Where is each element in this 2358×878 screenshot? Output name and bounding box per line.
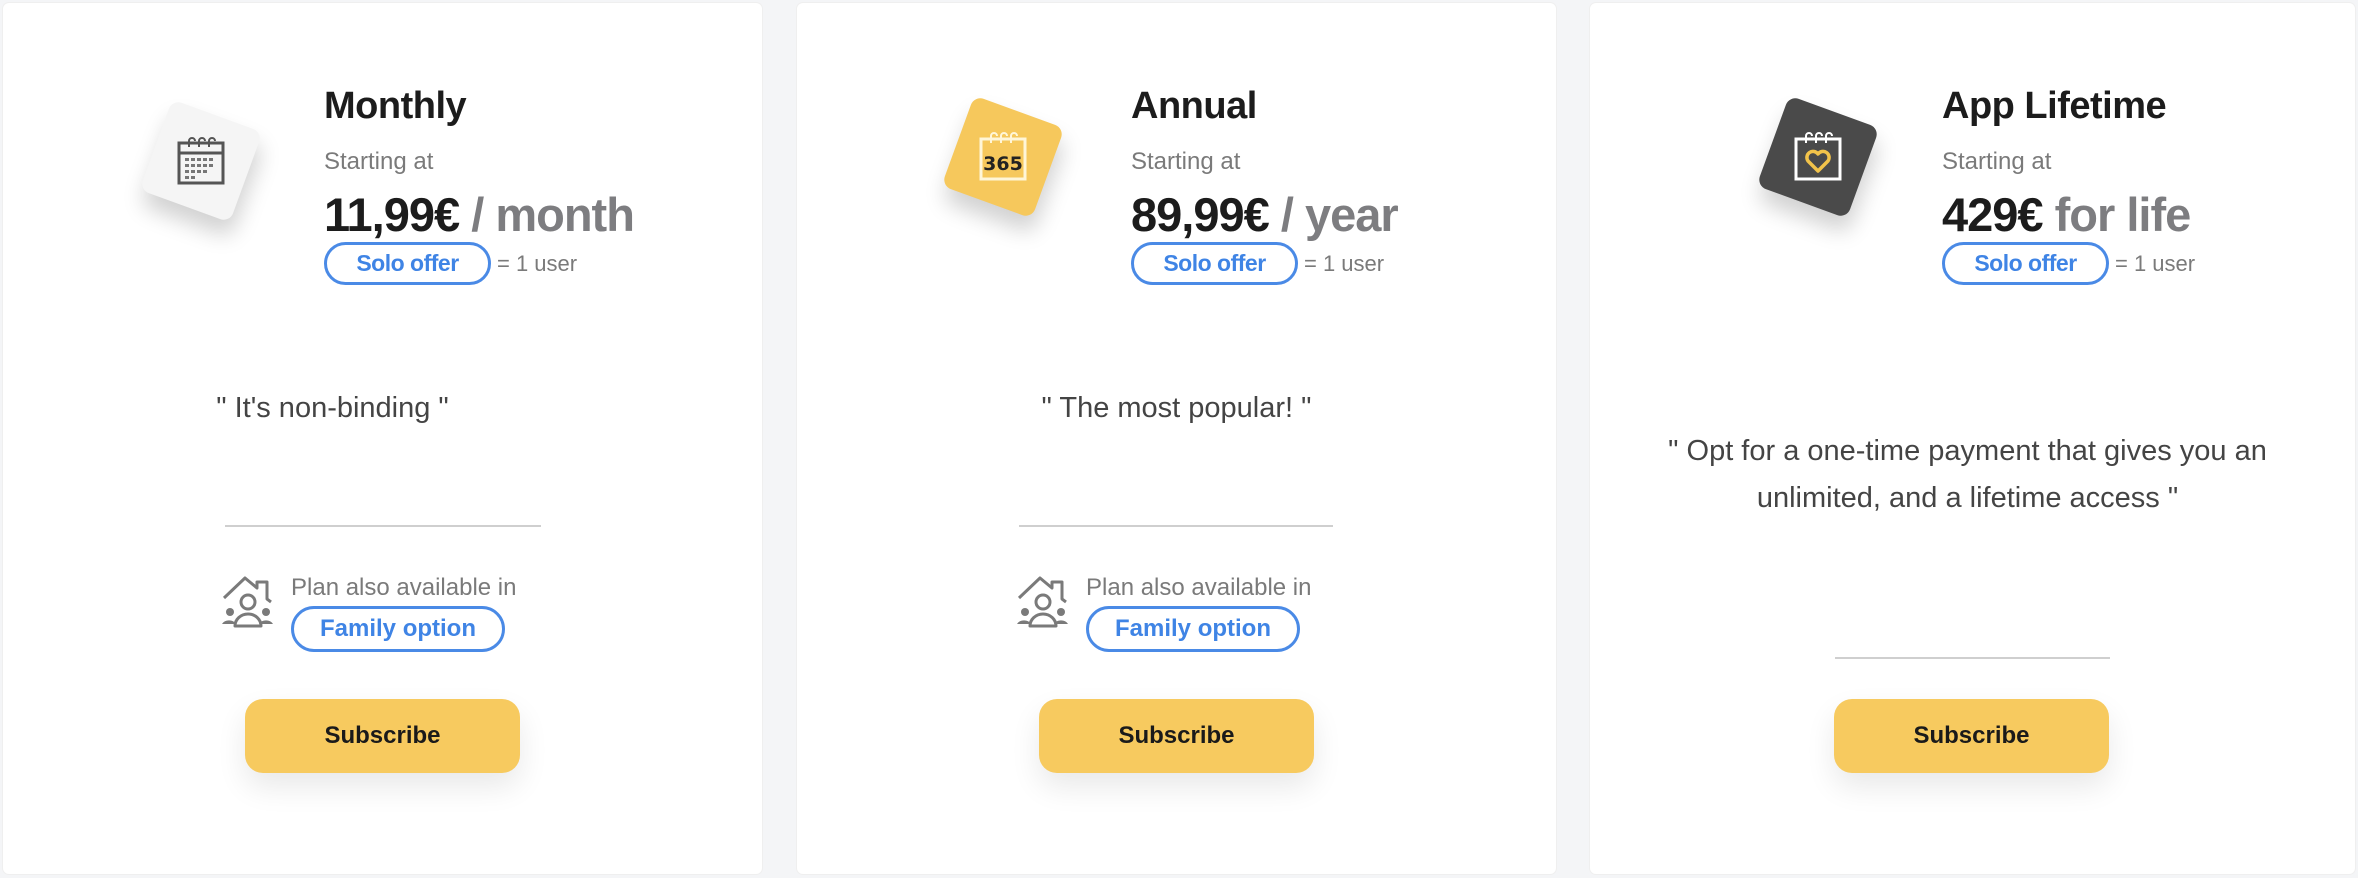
price-value: 429€ <box>1942 188 2044 241</box>
plan-card-monthly: Monthly Starting at 11,99€ / month Solo … <box>3 3 762 874</box>
starting-at-label: Starting at <box>1131 148 1241 175</box>
offer-users-text: = 1 user <box>2115 250 2196 276</box>
offer-row: Solo offer = 1 user <box>1942 242 2195 285</box>
annual-icon-tile: 365 <box>941 95 1065 219</box>
family-option-section: Plan also available in Family option <box>221 574 516 652</box>
family-option-section: Plan also available in Family option <box>1016 574 1311 652</box>
offer-row: Solo offer = 1 user <box>324 242 634 285</box>
plan-quote-text: " Opt for a one-time payment that gives … <box>1668 435 2267 514</box>
family-house-icon <box>1017 576 1068 628</box>
solo-offer-badge[interactable]: Solo offer <box>324 242 491 285</box>
plan-quote-text: " It's non-binding " <box>216 392 449 424</box>
price-line: 429€ for life <box>1942 190 2195 240</box>
plan-card-annual: 365 Annual Starting at 89,99€ / year Sol… <box>797 3 1556 874</box>
price-line: 89,99€ / year <box>1131 188 1399 241</box>
offer-users-text: = 1 user <box>1304 250 1385 276</box>
plan-title: Monthly <box>324 85 467 127</box>
price-period: for life <box>2042 188 2192 241</box>
plan-header: Monthly Starting at 11,99€ / month Solo … <box>324 85 635 285</box>
plan-quote: " The most popular! " <box>797 385 1556 432</box>
offer-row: Solo offer = 1 user <box>1131 242 1398 285</box>
calendar-365-text: 365 <box>983 153 1023 175</box>
monthly-icon-tile <box>139 99 263 223</box>
subscribe-button[interactable]: Subscribe <box>1834 699 2109 773</box>
subscribe-button[interactable]: Subscribe <box>245 699 520 773</box>
plan-header: App Lifetime Starting at 429€ for life S… <box>1942 85 2195 285</box>
offer-users-text: = 1 user <box>497 250 578 276</box>
plan-title: App Lifetime <box>1942 85 2167 127</box>
divider <box>1019 525 1333 527</box>
family-text: Plan also available in Family option <box>1086 574 1311 652</box>
plan-header: Annual Starting at 89,99€ / year Solo of… <box>1131 85 1399 285</box>
plan-title: Annual <box>1131 85 1257 127</box>
solo-offer-badge[interactable]: Solo offer <box>1942 242 2109 285</box>
price-period: / year <box>1268 188 1399 241</box>
starting-at-label: Starting at <box>324 148 434 175</box>
family-option-button[interactable]: Family option <box>1086 606 1300 652</box>
starting-at-label: Starting at <box>1942 148 2052 175</box>
calendar-heart-icon <box>1794 132 1842 181</box>
price-value: 11,99€ <box>324 188 460 241</box>
plan-quote: " It's non-binding " <box>3 385 762 432</box>
price-period: / month <box>459 188 635 241</box>
plan-quote-text: " The most popular! " <box>1041 392 1312 424</box>
family-option-button[interactable]: Family option <box>291 606 505 652</box>
subscribe-button[interactable]: Subscribe <box>1039 699 1314 773</box>
plan-card-lifetime: App Lifetime Starting at 429€ for life S… <box>1590 3 2355 874</box>
family-label: Plan also available in <box>1086 574 1312 601</box>
calendar-icon <box>177 137 225 185</box>
family-text: Plan also available in Family option <box>291 574 516 652</box>
family-house-icon <box>222 576 273 628</box>
plan-quote: " Opt for a one-time payment that gives … <box>1590 428 2355 522</box>
price-line: 11,99€ / month <box>324 188 635 241</box>
divider <box>1835 657 2110 659</box>
lifetime-icon-tile <box>1756 95 1880 219</box>
calendar-365-icon: 365 <box>979 132 1027 181</box>
family-label: Plan also available in <box>291 574 517 601</box>
solo-offer-badge[interactable]: Solo offer <box>1131 242 1298 285</box>
price-value: 89,99€ <box>1131 188 1270 241</box>
divider <box>225 525 541 527</box>
